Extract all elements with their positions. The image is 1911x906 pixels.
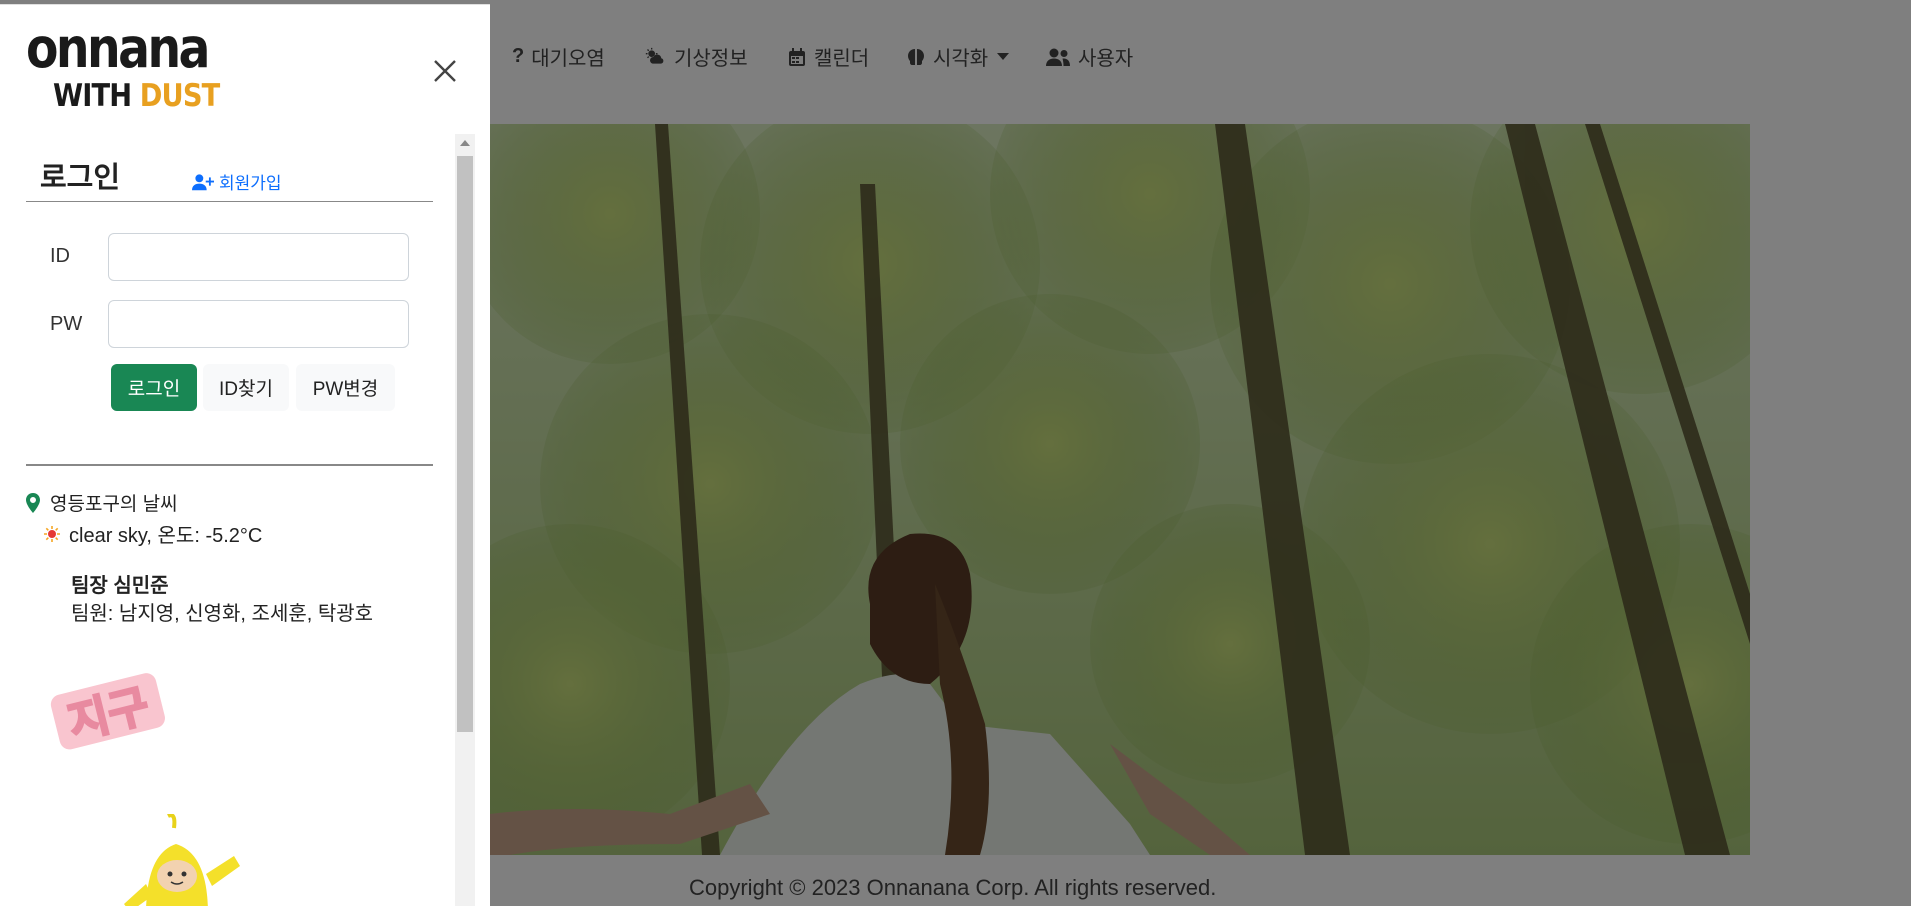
scrollbar-thumb[interactable] <box>457 156 473 732</box>
logo-main-text: onnana <box>26 16 210 80</box>
weather-description-text: clear sky, 온도: -5.2°C <box>69 525 263 547</box>
login-header: 로그인 회원가입 <box>26 134 433 202</box>
panel-top-border <box>0 4 490 5</box>
scroll-up-arrow-icon[interactable] <box>460 140 470 146</box>
panel-scroll-content: 로그인 회원가입 ID PW 로그인 ID찾기 PW변경 영등포구의 날씨 cl… <box>26 134 436 906</box>
logo-sub-text: WITH DUST <box>53 78 220 114</box>
earth-sticker-image: 지구 <box>40 662 170 762</box>
find-id-button[interactable]: ID찾기 <box>203 364 289 411</box>
brand-logo: onnana WITH DUST <box>26 16 220 116</box>
signup-label: 회원가입 <box>219 174 282 193</box>
pw-label: PW <box>50 313 83 335</box>
id-label: ID <box>50 245 70 267</box>
change-pw-button[interactable]: PW변경 <box>296 364 395 411</box>
login-title: 로그인 <box>40 162 121 194</box>
sun-icon <box>44 525 60 542</box>
weather-location: 영등포구의 날씨 <box>26 489 178 516</box>
team-leader: 팀장 심민준 <box>71 575 169 597</box>
weather-location-label: 영등포구의 날씨 <box>50 494 178 515</box>
user-plus-icon <box>192 173 214 190</box>
panel-scrollbar[interactable] <box>455 134 475 906</box>
weather-description: clear sky, 온도: -5.2°C <box>44 519 262 548</box>
signup-link[interactable]: 회원가입 <box>192 169 282 194</box>
teletubby-image <box>116 813 256 906</box>
pw-input[interactable] <box>108 300 409 348</box>
id-input[interactable] <box>108 233 409 281</box>
close-icon <box>434 60 456 82</box>
section-divider <box>26 464 433 466</box>
team-members: 팀원: 남지영, 신영화, 조세훈, 탁광호 <box>71 603 374 625</box>
login-button[interactable]: 로그인 <box>111 364 197 411</box>
map-pin-icon <box>26 492 40 513</box>
offcanvas-panel: onnana WITH DUST 로그인 회원가입 ID PW 로그인 ID찾기… <box>0 4 490 906</box>
close-button[interactable] <box>428 54 462 88</box>
